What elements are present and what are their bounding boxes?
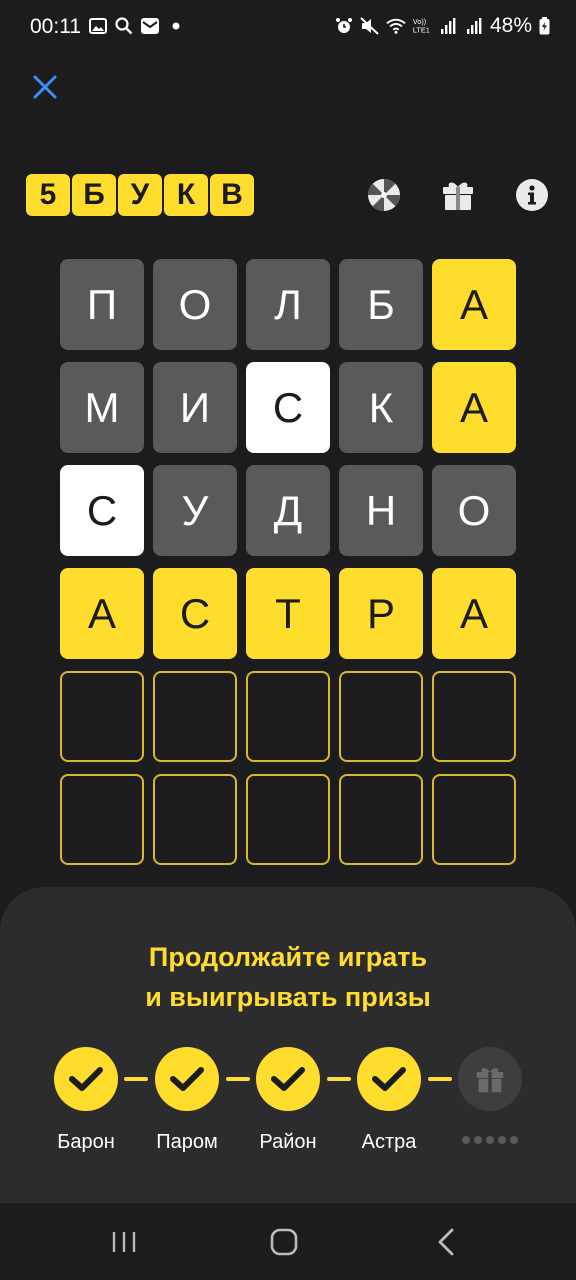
logo-letter: 5	[26, 174, 70, 216]
logo-letter: К	[164, 174, 208, 216]
alarm-icon	[334, 16, 354, 36]
progress-connector	[327, 1077, 351, 1081]
search-icon	[114, 16, 134, 36]
logo-letter: У	[118, 174, 162, 216]
progress-placeholder-dots	[462, 1136, 518, 1144]
progress-label: Паром	[156, 1131, 218, 1153]
game-logo: 5 Б У К В	[26, 174, 254, 216]
progress-label: Барон	[57, 1131, 115, 1153]
gift-button[interactable]	[440, 177, 476, 213]
grid-tile: С	[60, 465, 144, 556]
progress-connector	[124, 1077, 148, 1081]
progress-connector	[226, 1077, 250, 1081]
status-time: 00:11	[30, 15, 81, 38]
wheel-button[interactable]	[366, 177, 402, 213]
svg-text:LTE1: LTE1	[413, 25, 430, 34]
grid-tile: Р	[339, 568, 423, 659]
logo-letter: В	[210, 174, 254, 216]
close-icon	[33, 75, 57, 99]
close-button[interactable]	[28, 70, 62, 104]
battery-icon	[538, 16, 550, 36]
mail-icon	[140, 16, 160, 36]
grid-tile: О	[153, 259, 237, 350]
check-icon	[170, 1067, 204, 1091]
progress-label: Район	[259, 1131, 317, 1153]
grid-tile: Д	[246, 465, 330, 556]
status-notification-icons	[88, 16, 186, 36]
dot-icon	[166, 16, 186, 36]
battery-percent: 48%	[489, 14, 532, 37]
grid-tile: А	[432, 568, 516, 659]
wheel-icon	[368, 179, 400, 211]
back-button[interactable]	[426, 1227, 466, 1257]
grid-tile: С	[246, 362, 330, 453]
grid-tile	[339, 671, 423, 762]
grid-tile: К	[339, 362, 423, 453]
wifi-icon	[386, 16, 406, 36]
grid-tile	[153, 774, 237, 865]
back-icon	[438, 1228, 454, 1256]
sheet-title-line1: Продолжайте играть	[148, 942, 428, 972]
grid-tile: А	[60, 568, 144, 659]
progress-step-gift[interactable]	[458, 1047, 522, 1111]
info-button[interactable]	[514, 177, 550, 213]
prizes-sheet: Продолжайте играть и выигрывать призы Ба…	[0, 887, 576, 1203]
grid-tile: М	[60, 362, 144, 453]
gift-icon	[476, 1067, 504, 1093]
check-icon	[271, 1067, 305, 1091]
info-icon	[516, 179, 548, 211]
system-nav-bar	[0, 1203, 576, 1280]
grid-tile	[339, 774, 423, 865]
recent-apps-icon	[112, 1232, 136, 1252]
image-icon	[88, 16, 108, 36]
progress-step-done	[256, 1047, 320, 1111]
recent-apps-button[interactable]	[104, 1227, 144, 1257]
grid-tile	[153, 671, 237, 762]
progress-track	[54, 1047, 524, 1111]
signal-icon	[438, 16, 458, 36]
check-icon	[372, 1067, 406, 1091]
grid-tile	[432, 671, 516, 762]
grid-tile: Т	[246, 568, 330, 659]
app-root: 00:11 Vo)) LTE1 48% 5 Б У К В П О Л Б А …	[0, 0, 576, 1280]
volte-icon: Vo)) LTE1	[412, 16, 432, 36]
grid-tile: П	[60, 259, 144, 350]
grid-tile: С	[153, 568, 237, 659]
grid-tile	[246, 671, 330, 762]
grid-tile: О	[432, 465, 516, 556]
grid-tile: А	[432, 362, 516, 453]
grid-tile	[60, 774, 144, 865]
grid-tile	[432, 774, 516, 865]
sheet-title-line2: и выигрывать призы	[145, 982, 431, 1012]
word-grid: ПОЛБАМИСКАСУДНОАСТРА	[60, 259, 516, 865]
grid-tile	[246, 774, 330, 865]
logo-letter: Б	[72, 174, 116, 216]
header-actions	[328, 177, 550, 213]
grid-tile	[60, 671, 144, 762]
home-button[interactable]	[264, 1227, 304, 1257]
check-icon	[69, 1067, 103, 1091]
grid-tile: Л	[246, 259, 330, 350]
grid-tile: Н	[339, 465, 423, 556]
grid-tile: Б	[339, 259, 423, 350]
mute-icon	[360, 16, 380, 36]
progress-connector	[428, 1077, 452, 1081]
gift-icon	[443, 182, 473, 210]
progress-label: Астра	[361, 1131, 417, 1153]
progress-step-done	[357, 1047, 421, 1111]
progress-step-done	[54, 1047, 118, 1111]
status-bar: 00:11 Vo)) LTE1 48%	[0, 0, 576, 56]
signal-icon	[464, 16, 484, 36]
grid-tile: У	[153, 465, 237, 556]
home-icon	[270, 1228, 298, 1256]
grid-tile: А	[432, 259, 516, 350]
grid-tile: И	[153, 362, 237, 453]
progress-step-done	[155, 1047, 219, 1111]
status-system-icons: Vo)) LTE1 48%	[334, 14, 550, 38]
